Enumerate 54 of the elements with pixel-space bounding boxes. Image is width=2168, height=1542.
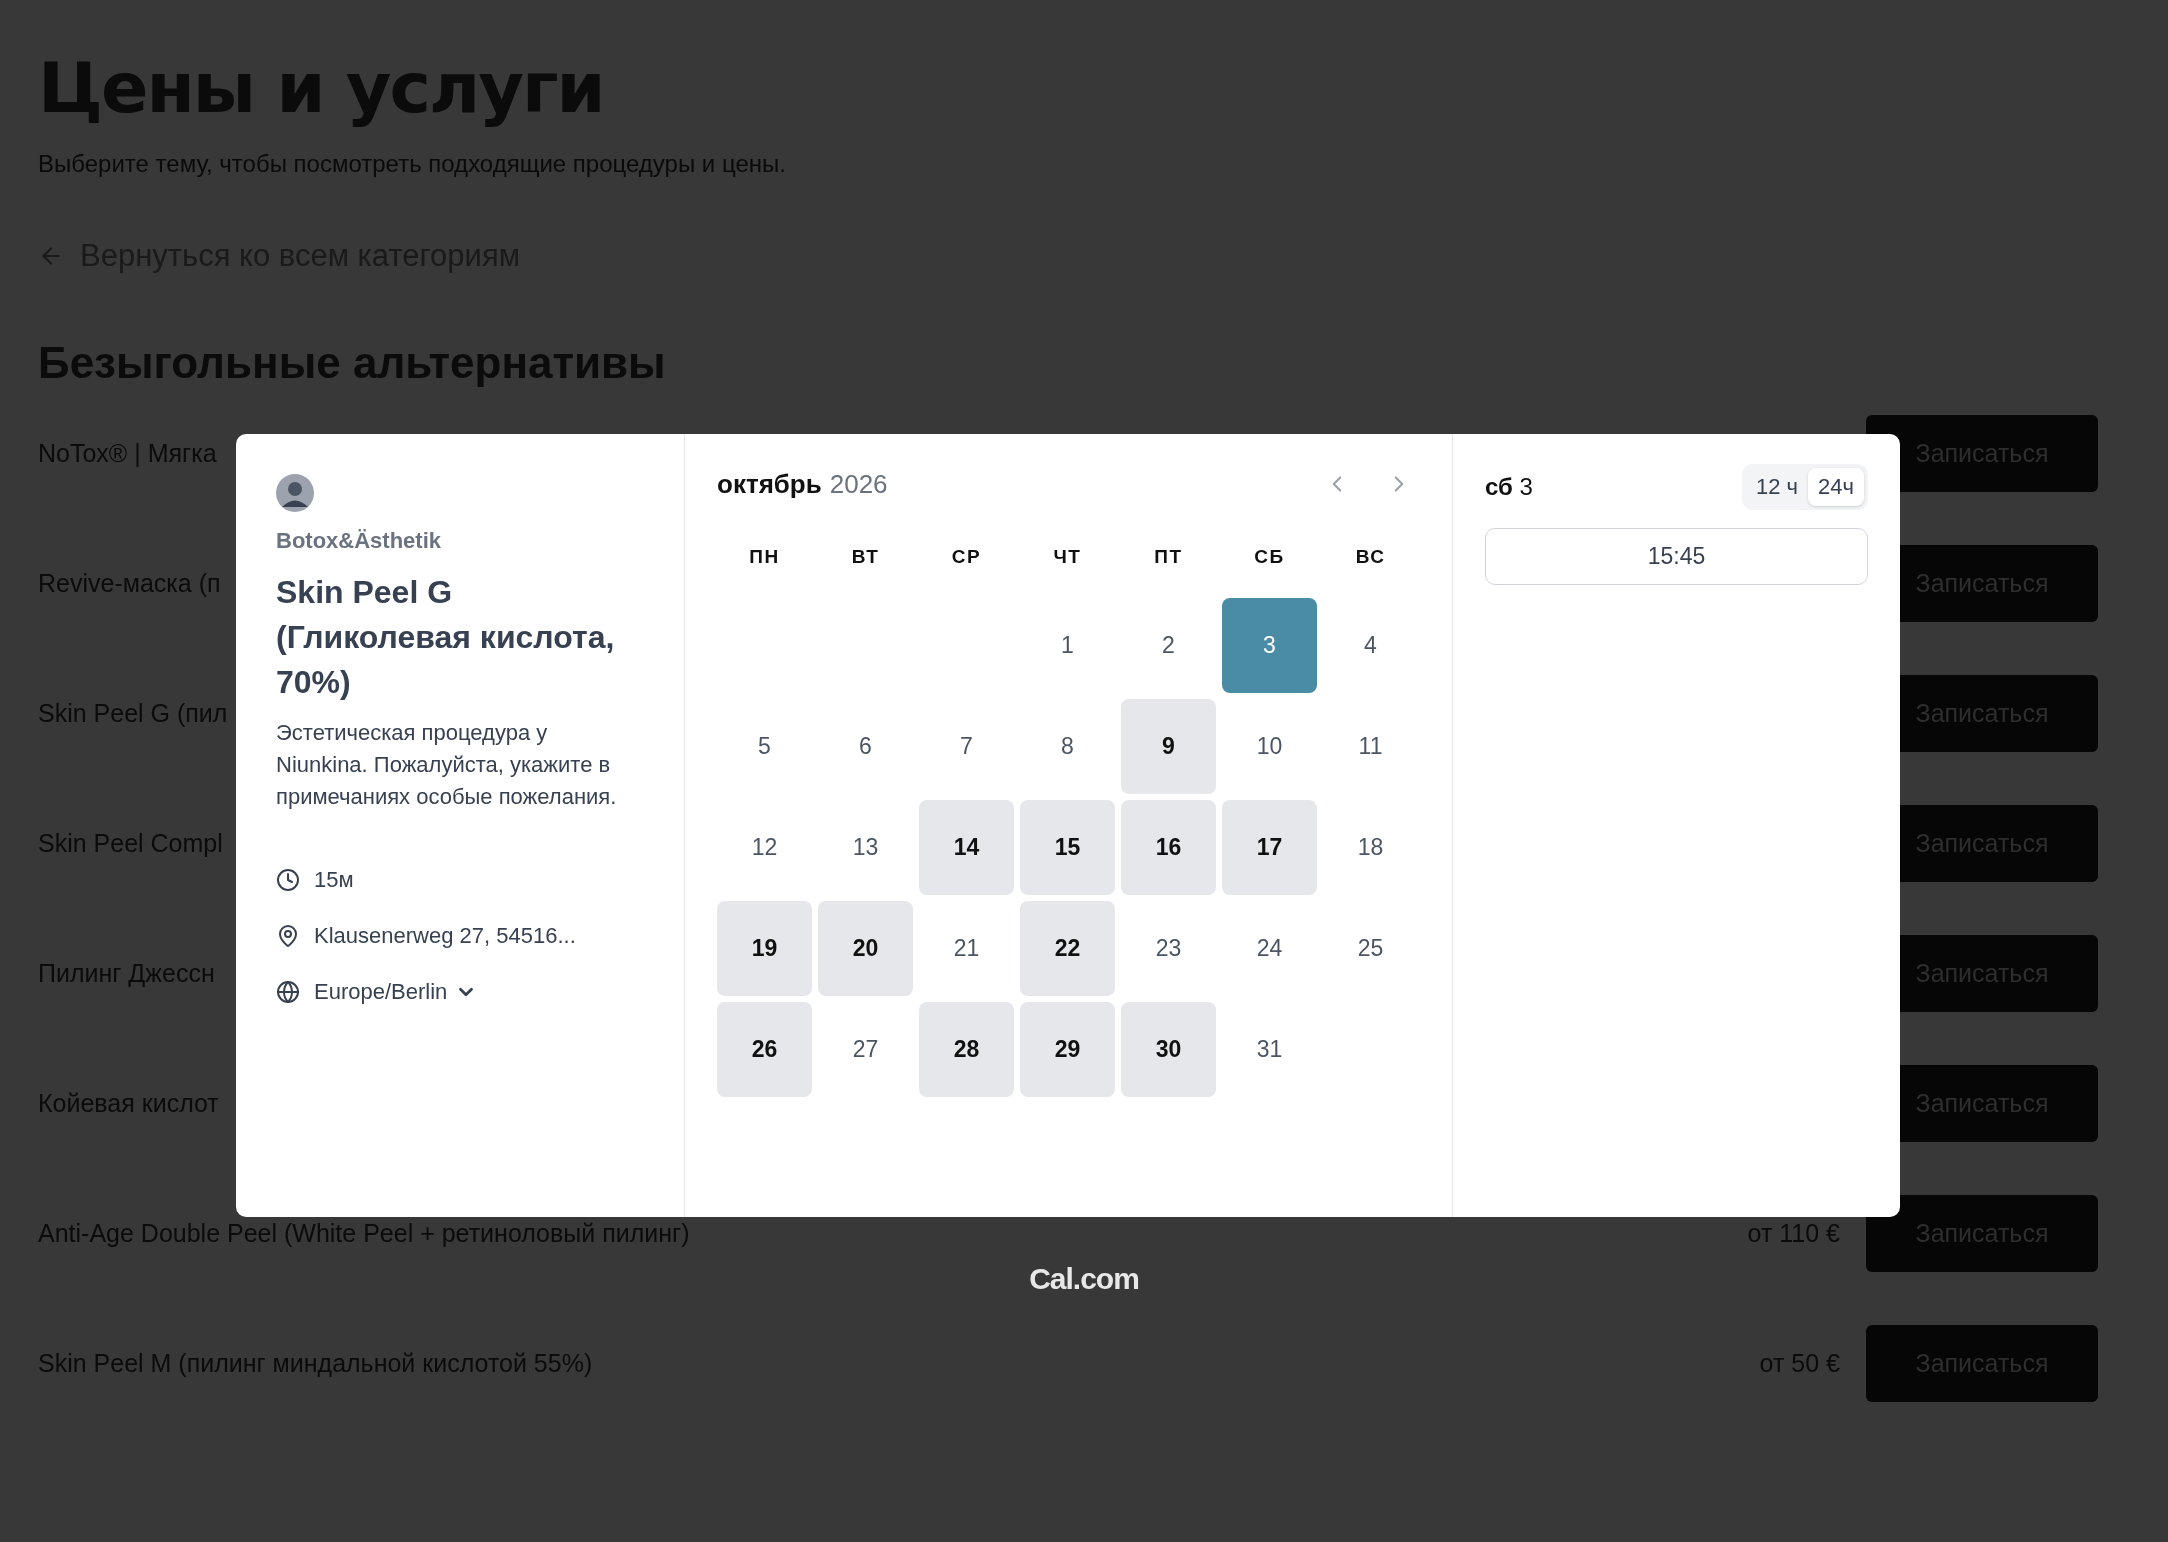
calendar-day[interactable]: 8 [1020,699,1115,794]
event-title: Skin Peel G (Гликолевая кислота, 70%) [276,573,616,702]
calendar-day[interactable]: 20 [818,901,913,996]
calendar-day[interactable]: 22 [1020,901,1115,996]
calendar-day[interactable]: 7 [919,699,1014,794]
calendar-day[interactable]: 16 [1121,800,1216,895]
weekday-label: СР [950,546,983,569]
calendar-day[interactable]: 5 [717,699,812,794]
calendar-day[interactable]: 12 [717,800,812,895]
calendar-day[interactable]: 11 [1323,699,1418,794]
calendar-day[interactable]: 26 [717,1002,812,1097]
calendar-day[interactable]: 19 [717,901,812,996]
calendar-day[interactable]: 1 [1020,598,1115,693]
weekday-label: ПТ [1153,546,1184,569]
calendar-day[interactable]: 31 [1222,1002,1317,1097]
month-title: октябрь 2026 [717,468,888,500]
timezone-select[interactable]: Europe/Berlin [314,979,478,1005]
logo: Cal.com [1029,1262,1139,1296]
selected-date: сб 3 [1485,473,1533,501]
weekday-label: ВС [1354,546,1387,569]
calendar-day[interactable]: 21 [919,901,1014,996]
calendar-day[interactable]: 17 [1222,800,1317,895]
calendar-day[interactable]: 25 [1323,901,1418,996]
weekday-label: СБ [1253,546,1286,569]
calendar-day[interactable]: 18 [1323,800,1418,895]
calendar-day[interactable]: 29 [1020,1002,1115,1097]
calendar-day[interactable]: 10 [1222,699,1317,794]
weekday-label: ВТ [850,546,881,569]
calendar-day[interactable]: 27 [818,1002,913,1097]
calendar-day[interactable]: 23 [1121,901,1216,996]
avatar [276,474,314,512]
calendar-day[interactable]: 4 [1323,598,1418,693]
time-slot[interactable]: 15:45 [1485,528,1868,585]
calendar-day[interactable]: 2 [1121,598,1216,693]
calendar-day[interactable]: 15 [1020,800,1115,895]
calendar-day[interactable]: 28 [919,1002,1014,1097]
calendar-day[interactable]: 6 [818,699,913,794]
duration: 15м [314,867,354,893]
weekday-label: ПН [748,546,781,569]
organizer-name: Botox&Ästhetik [276,528,442,554]
clock-icon [276,868,300,892]
weekday-label: ЧТ [1052,546,1083,569]
calendar-day[interactable]: 24 [1222,901,1317,996]
calendar-day[interactable]: 30 [1121,1002,1216,1097]
time-format-option[interactable]: 24ч [1808,468,1864,506]
globe-icon [276,980,300,1004]
calendar-day[interactable]: 14 [919,800,1014,895]
event-description: Эстетическая процедура у Niunkina. Пожалуйста, укажите в примечаниях особые пожелания. [276,719,618,811]
location-pin-icon [276,924,300,948]
location: Klausenerweg 27, 54516... [314,923,576,949]
calendar-day[interactable]: 13 [818,800,913,895]
time-format-option[interactable]: 12 ч [1746,468,1809,506]
calendar-day[interactable]: 9 [1121,699,1216,794]
calendar-day[interactable]: 3 [1222,598,1317,693]
